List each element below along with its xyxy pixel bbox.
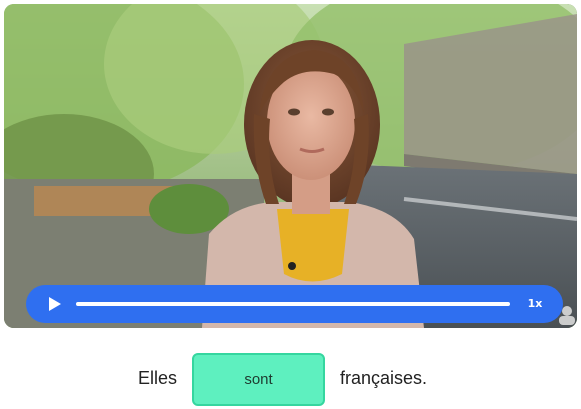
video-frame bbox=[4, 4, 577, 328]
play-icon bbox=[49, 297, 61, 311]
user-icon bbox=[559, 306, 575, 325]
play-button[interactable] bbox=[44, 294, 64, 314]
sentence-row: Elles sont françaises. bbox=[0, 352, 581, 408]
sentence-word-before: Elles bbox=[138, 368, 178, 388]
answer-slot[interactable]: sont bbox=[192, 353, 325, 406]
sentence-word-after: françaises. bbox=[340, 368, 428, 388]
video-player[interactable]: 1x bbox=[4, 4, 577, 328]
app-root: 1x Elles sont françaises. bbox=[0, 0, 581, 409]
playback-speed-button[interactable]: 1x bbox=[523, 296, 547, 312]
video-controls-bar: 1x bbox=[26, 285, 563, 323]
seek-bar[interactable] bbox=[76, 302, 510, 306]
